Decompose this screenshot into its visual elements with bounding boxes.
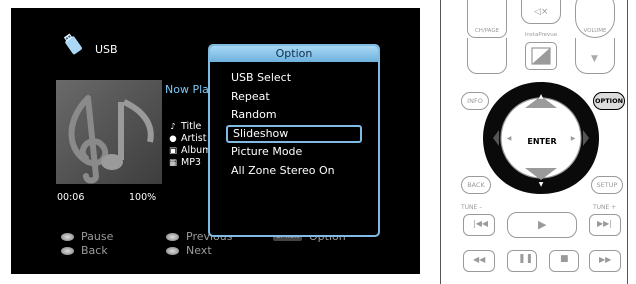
hint-pause-label: Pause xyxy=(81,230,114,243)
button-dot-icon xyxy=(166,246,179,255)
person-icon: ● xyxy=(169,134,177,144)
button-dot-icon xyxy=(61,232,74,241)
mute-icon: ◁× xyxy=(534,7,549,17)
stop-icon: ■ xyxy=(560,254,569,264)
svg-text:▲: ▲ xyxy=(539,93,544,100)
tv-screen: USB Now Playing ♪ Title ● Artist ▣ Album… xyxy=(11,8,420,274)
file-format-icon: ▦ xyxy=(168,158,178,168)
source-label: USB xyxy=(95,43,118,56)
stop-button[interactable]: ■ xyxy=(549,250,579,272)
ch-page-down-button[interactable] xyxy=(467,38,507,74)
album-icon: ▣ xyxy=(168,146,178,156)
mute-button[interactable]: ◁× xyxy=(521,0,561,24)
option-menu-title: Option xyxy=(210,46,378,62)
button-dot-icon xyxy=(166,232,179,241)
tune-plus-label: TUNE + xyxy=(593,204,617,211)
rewind-button[interactable]: ◀◀ xyxy=(463,250,495,272)
fast-forward-button[interactable]: ▶▶ xyxy=(589,250,621,272)
music-note-icon: ♪ xyxy=(170,122,176,132)
option-item-repeat[interactable]: Repeat xyxy=(226,88,362,107)
instaprevue-button[interactable] xyxy=(525,42,557,70)
instaprevue-icon xyxy=(531,47,551,65)
option-menu-list: USB Select Repeat Random Slideshow Picture M… xyxy=(210,62,378,180)
meta-row-album: ▣ Album xyxy=(168,145,211,157)
meta-album-label: Album xyxy=(181,145,212,156)
volume-label: VOLUME xyxy=(583,28,607,34)
meta-title-label: Title xyxy=(181,121,202,132)
meta-row-artist: ● Artist xyxy=(168,133,211,145)
button-dot-icon xyxy=(61,246,74,255)
fast-forward-icon: ▶▶ xyxy=(599,255,612,264)
remote-control: CH/PAGE ▼ ◁× InstaPrevue VOLUME ▼ INFO O… xyxy=(440,0,628,284)
ch-page-label: CH/PAGE xyxy=(474,28,500,34)
option-item-slideshow[interactable]: Slideshow xyxy=(226,124,362,143)
svg-text:◀: ◀ xyxy=(507,135,512,142)
meta-row-title: ♪ Title xyxy=(168,121,211,133)
hint-back: Back xyxy=(61,244,108,257)
enter-button[interactable]: ENTER xyxy=(521,128,563,154)
setup-button[interactable]: SETUP xyxy=(591,176,623,194)
album-art xyxy=(56,80,162,184)
hint-next: Next xyxy=(166,244,212,257)
option-item-all-zone-stereo-on[interactable]: All Zone Stereo On xyxy=(226,162,362,181)
hint-pause: Pause xyxy=(61,230,113,243)
music-notes-icon xyxy=(68,95,154,184)
meta-artist-label: Artist xyxy=(181,133,207,144)
skip-back-button[interactable]: |◀◀ xyxy=(463,214,495,236)
play-button[interactable]: ▶ xyxy=(507,212,577,238)
skip-back-icon: |◀◀ xyxy=(473,219,488,228)
meta-format-label: MP3 xyxy=(181,157,201,168)
hint-next-label: Next xyxy=(186,244,212,257)
pause-button[interactable]: ❚❚ xyxy=(507,250,537,272)
option-menu: Option USB Select Repeat Random Slideshow Pi… xyxy=(208,44,380,237)
pause-icon: ❚❚ xyxy=(518,254,534,264)
meta-row-format: ▦ MP3 xyxy=(168,157,211,169)
instaprevue-label: InstaPrevue xyxy=(524,32,558,38)
progress-percent: 100% xyxy=(129,192,157,203)
svg-text:▼: ▼ xyxy=(539,181,544,188)
option-item-usb-select[interactable]: USB Select xyxy=(226,69,362,88)
svg-text:▶: ▶ xyxy=(571,135,576,142)
hint-back-label: Back xyxy=(81,244,108,257)
skip-forward-button[interactable]: ▶▶| xyxy=(589,214,621,236)
option-item-picture-mode[interactable]: Picture Mode xyxy=(226,143,362,162)
usb-stick-icon xyxy=(63,33,82,55)
elapsed-time: 00:06 xyxy=(57,192,85,203)
back-button[interactable]: BACK xyxy=(461,176,491,194)
rewind-icon: ◀◀ xyxy=(473,255,486,264)
play-icon: ▶ xyxy=(538,218,547,231)
option-item-random[interactable]: Random xyxy=(226,106,362,125)
skip-forward-icon: ▶▶| xyxy=(597,219,612,228)
volume-down-icon: ▼ xyxy=(591,54,598,64)
tune-minus-label: TUNE – xyxy=(461,204,483,211)
track-metadata: ♪ Title ● Artist ▣ Album ▦ MP3 xyxy=(168,121,211,169)
